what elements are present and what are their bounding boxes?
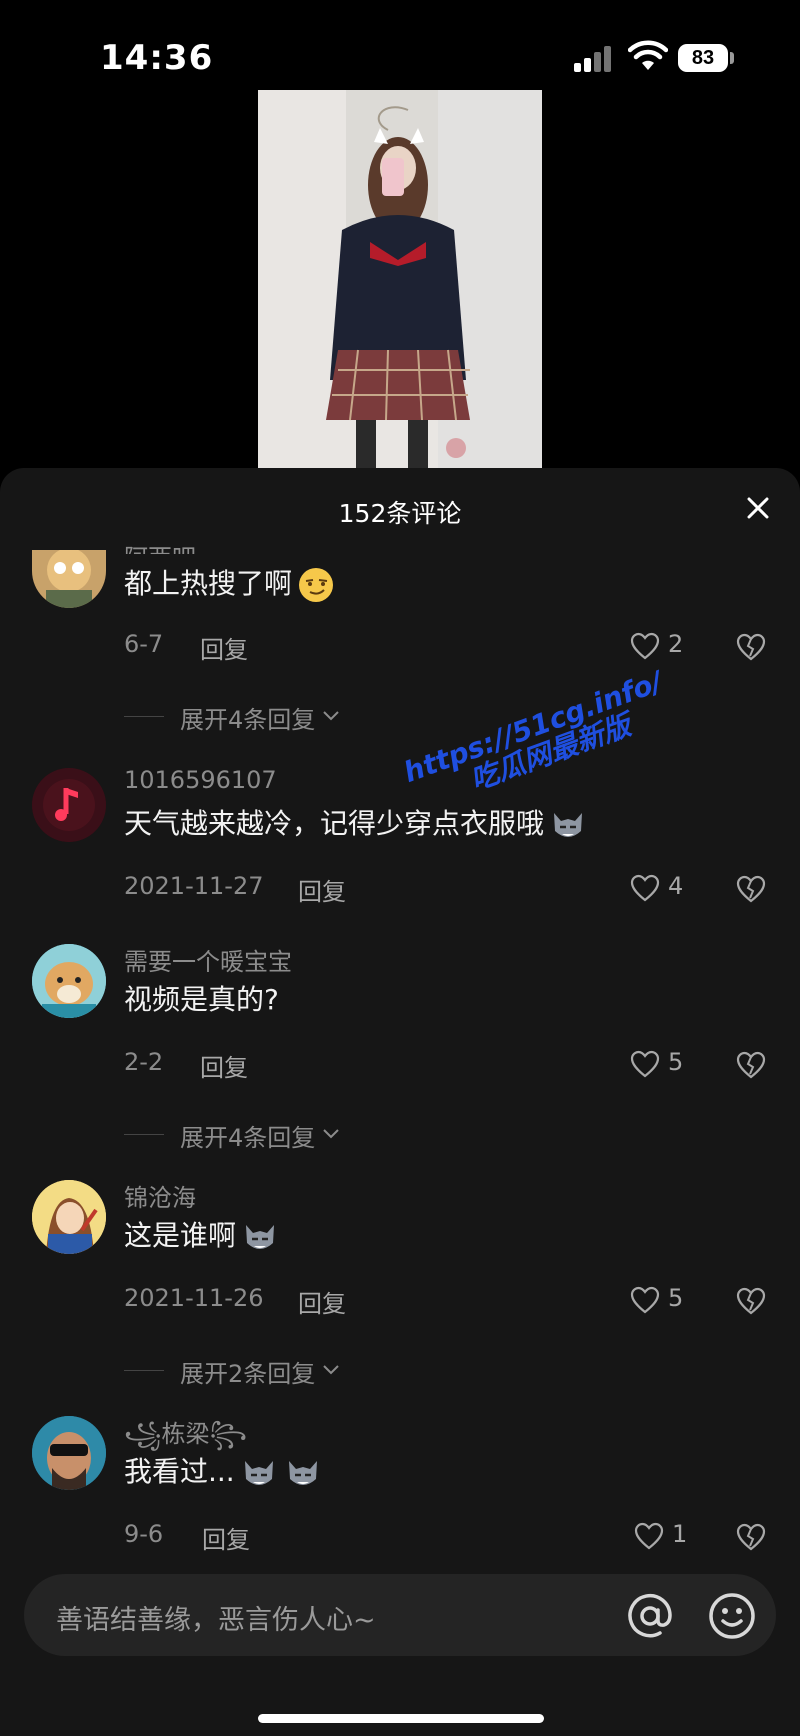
reply-button[interactable]: 回复 bbox=[202, 1520, 250, 1555]
comments-header: 152条评论 bbox=[0, 468, 800, 548]
battery-tip bbox=[730, 52, 734, 64]
avatar[interactable] bbox=[32, 550, 106, 608]
dislike-icon[interactable] bbox=[736, 632, 766, 662]
chevron-down-icon bbox=[323, 711, 339, 721]
comment-username[interactable]: 锦沧海 bbox=[124, 1178, 196, 1213]
heart-icon bbox=[630, 632, 660, 660]
video-frame-image bbox=[258, 90, 542, 472]
comment-text: 天气越来越冷，记得少穿点衣服哦 bbox=[124, 802, 588, 845]
like-button[interactable]: 1 bbox=[634, 1520, 694, 1554]
comment-item: 锦沧海 这是谁啊 2021-11-26 回复 5 展开2条回复 bbox=[0, 1180, 800, 1410]
expand-divider bbox=[124, 716, 164, 717]
dislike-icon[interactable] bbox=[736, 1286, 766, 1316]
smirk-emoji-icon bbox=[299, 568, 334, 602]
chevron-down-icon bbox=[323, 1365, 339, 1375]
reply-button[interactable]: 回复 bbox=[200, 630, 248, 665]
comment-text-content: 我看过... bbox=[124, 1455, 235, 1488]
comment-text-content: 都上热搜了啊 bbox=[124, 567, 293, 600]
comment-date: 9-6 bbox=[124, 1520, 164, 1548]
expand-divider bbox=[124, 1134, 164, 1135]
wolf-emoji-icon bbox=[244, 1461, 273, 1485]
comment-username[interactable]: 阿西吧 bbox=[124, 538, 196, 554]
comment-text: 这是谁啊 bbox=[124, 1214, 280, 1257]
home-indicator bbox=[258, 1714, 544, 1723]
like-button[interactable]: 5 bbox=[630, 1048, 690, 1082]
expand-replies-button[interactable]: 展开2条回复 bbox=[124, 1354, 464, 1388]
dislike-icon[interactable] bbox=[736, 1522, 766, 1552]
like-count: 2 bbox=[668, 630, 684, 658]
chevron-down-icon bbox=[323, 1129, 339, 1139]
dislike-icon[interactable] bbox=[736, 874, 766, 904]
like-button[interactable]: 4 bbox=[630, 872, 690, 906]
comment-input-bar: 善语结善缘，恶言伤人心~ bbox=[0, 1556, 800, 1736]
like-count: 5 bbox=[668, 1048, 684, 1076]
wolf-emoji-icon bbox=[554, 813, 583, 837]
wolf-emoji-icon bbox=[246, 1225, 275, 1249]
comment-item: 1016596107 天气越来越冷，记得少穿点衣服哦 2021-11-27 回复… bbox=[0, 766, 800, 918]
emoji-icon[interactable] bbox=[706, 1590, 758, 1642]
comment-date: 2-2 bbox=[124, 1048, 164, 1076]
comment-username[interactable]: 1016596107 bbox=[124, 766, 277, 794]
heart-icon bbox=[634, 1522, 664, 1550]
comment-date: 2021-11-27 bbox=[124, 872, 264, 900]
like-button[interactable]: 5 bbox=[630, 1284, 690, 1318]
heart-icon bbox=[630, 1050, 660, 1078]
comment-username[interactable]: 需要一个暖宝宝 bbox=[124, 942, 292, 977]
avatar[interactable] bbox=[32, 1180, 106, 1254]
comment-text: 视频是真的? bbox=[124, 983, 279, 1016]
comment-input-field[interactable]: 善语结善缘，恶言伤人心~ bbox=[24, 1574, 776, 1656]
expand-replies-button[interactable]: 展开4条回复 bbox=[124, 1118, 464, 1152]
comment-text-content: 这是谁啊 bbox=[124, 1219, 237, 1252]
expand-replies-label: 展开2条回复 bbox=[180, 1360, 316, 1388]
avatar[interactable] bbox=[32, 944, 106, 1018]
signal-icon bbox=[574, 44, 612, 72]
expand-replies-label: 展开4条回复 bbox=[180, 1124, 316, 1152]
comments-panel: 152条评论 阿西吧 都上热搜了啊 6-7 回复 2 展开4条回复 10165 bbox=[0, 468, 800, 1736]
expand-divider bbox=[124, 1370, 164, 1371]
reply-button[interactable]: 回复 bbox=[298, 872, 346, 907]
mention-icon[interactable] bbox=[624, 1590, 676, 1642]
expand-replies-button[interactable]: 展开4条回复 bbox=[124, 700, 464, 734]
like-count: 5 bbox=[668, 1284, 684, 1312]
like-count: 1 bbox=[672, 1520, 688, 1548]
comment-date: 2021-11-26 bbox=[124, 1284, 264, 1312]
avatar[interactable] bbox=[32, 1416, 106, 1490]
wolf-emoji-icon bbox=[288, 1461, 317, 1485]
reply-button[interactable]: 回复 bbox=[200, 1048, 248, 1083]
comment-input-placeholder: 善语结善缘，恶言伤人心~ bbox=[56, 1605, 376, 1636]
status-time: 14:36 bbox=[100, 38, 214, 78]
like-button[interactable]: 2 bbox=[630, 630, 690, 664]
comment-date: 6-7 bbox=[124, 630, 164, 658]
heart-icon bbox=[630, 1286, 660, 1314]
comment-text-content: 天气越来越冷，记得少穿点衣服哦 bbox=[124, 807, 545, 840]
battery-indicator: 83 bbox=[678, 44, 728, 72]
comment-item: ꧁栋梁꧂ 我看过... 9-6 回复 1 bbox=[0, 1416, 800, 1566]
dislike-icon[interactable] bbox=[736, 1050, 766, 1080]
expand-replies-label: 展开4条回复 bbox=[180, 706, 316, 734]
video-thumbnail[interactable] bbox=[258, 90, 542, 472]
comment-count-title: 152条评论 bbox=[338, 499, 462, 528]
reply-button[interactable]: 回复 bbox=[298, 1284, 346, 1319]
like-count: 4 bbox=[668, 872, 684, 900]
comment-text: 我看过... bbox=[124, 1450, 323, 1493]
comment-text: 都上热搜了啊 bbox=[124, 562, 336, 605]
close-icon[interactable] bbox=[742, 492, 774, 524]
heart-icon bbox=[630, 874, 660, 902]
comment-item: 阿西吧 都上热搜了啊 6-7 回复 2 展开4条回复 bbox=[0, 544, 800, 750]
avatar[interactable] bbox=[32, 768, 106, 842]
comment-item: 需要一个暖宝宝 视频是真的? 2-2 回复 5 展开4条回复 bbox=[0, 944, 800, 1174]
wifi-icon bbox=[628, 40, 668, 70]
